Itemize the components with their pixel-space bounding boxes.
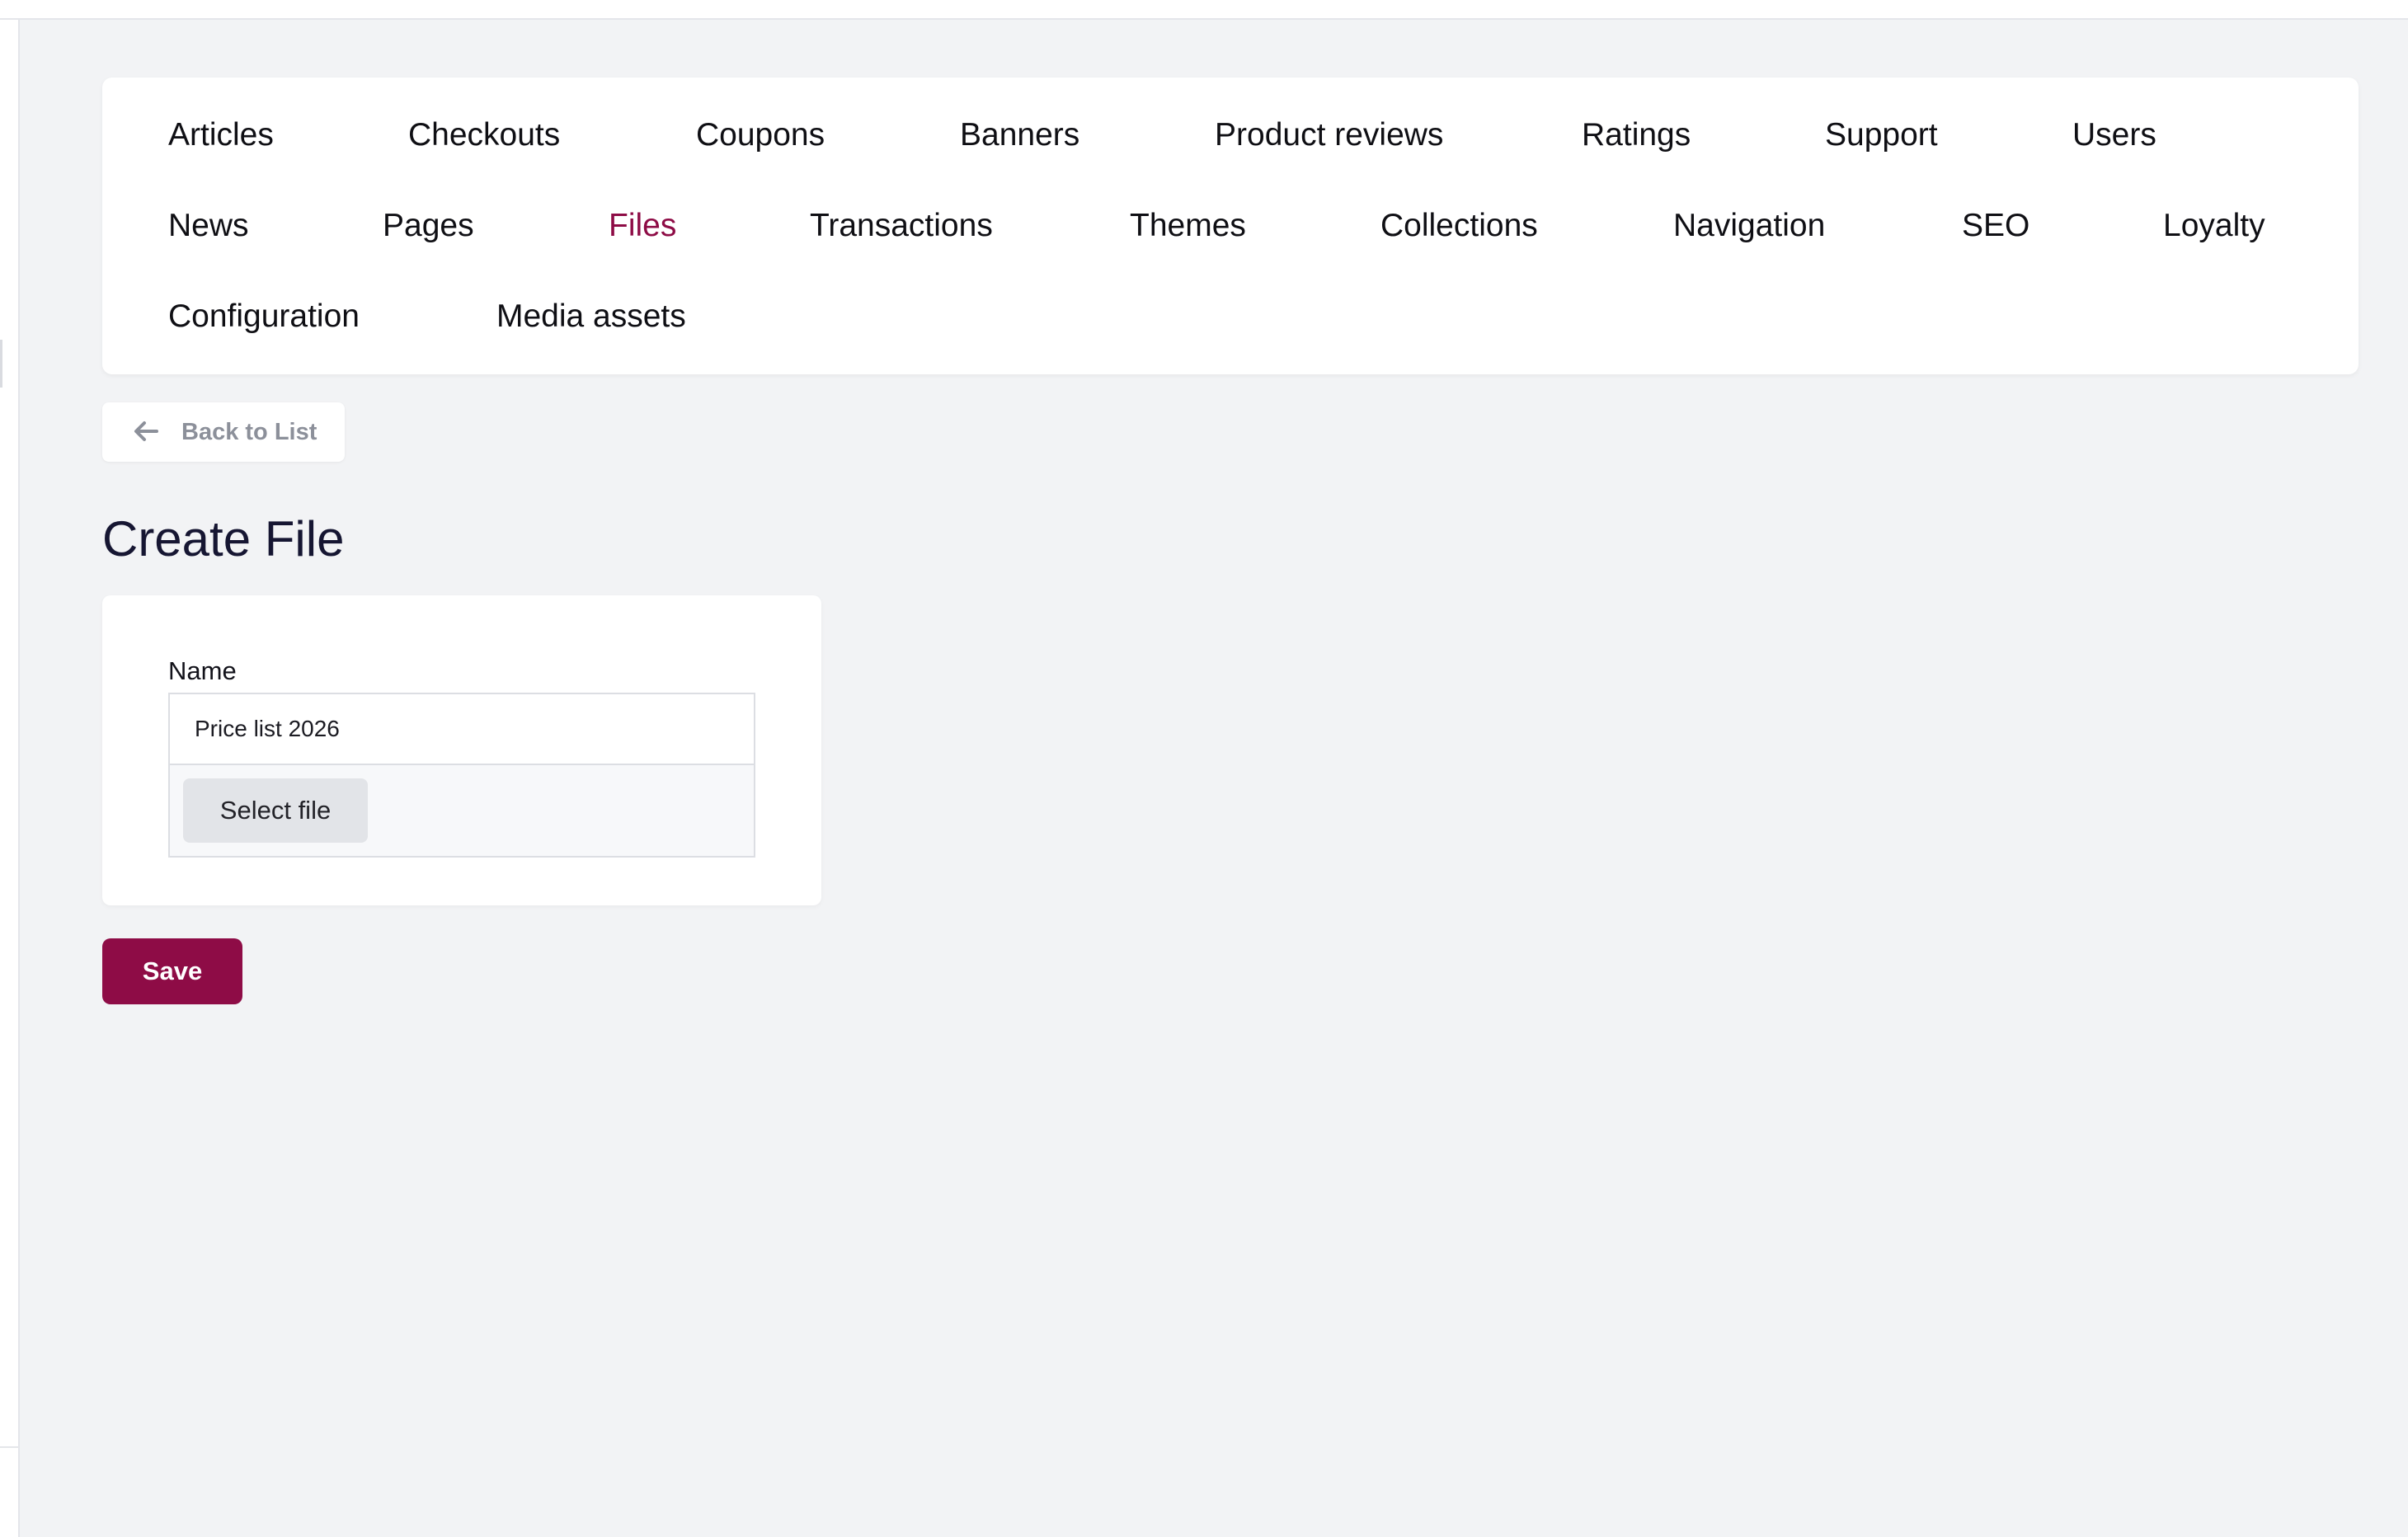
save-button[interactable]: Save [102, 938, 242, 1004]
name-field-label: Name [168, 656, 237, 685]
nav-link-files[interactable]: Files [609, 208, 676, 244]
arrow-left-icon [134, 421, 158, 441]
sidebar-indicator [0, 340, 2, 388]
nav-link-users[interactable]: Users [2072, 117, 2156, 153]
nav-link-support[interactable]: Support [1825, 117, 1938, 153]
nav-link-product-reviews[interactable]: Product reviews [1215, 117, 1443, 153]
name-input[interactable] [168, 693, 755, 764]
nav-link-news[interactable]: News [168, 208, 249, 244]
nav-link-articles[interactable]: Articles [168, 117, 274, 153]
nav-link-collections[interactable]: Collections [1380, 208, 1538, 244]
nav-link-ratings[interactable]: Ratings [1582, 117, 1691, 153]
select-file-button[interactable]: Select file [183, 778, 368, 843]
nav-link-navigation[interactable]: Navigation [1673, 208, 1825, 244]
top-bar [0, 0, 2408, 20]
page-title: Create File [102, 511, 345, 566]
nav-link-coupons[interactable]: Coupons [696, 117, 825, 153]
section-navigation: Articles Checkouts Coupons Banners Produ… [102, 78, 2359, 374]
create-file-form: Name Select file [102, 595, 821, 905]
nav-link-seo[interactable]: SEO [1962, 208, 2029, 244]
sidebar-divider [0, 1446, 18, 1448]
nav-link-transactions[interactable]: Transactions [810, 208, 993, 244]
nav-link-loyalty[interactable]: Loyalty [2163, 208, 2265, 244]
back-to-list-button[interactable]: Back to List [102, 402, 345, 462]
left-sidebar-rail [0, 20, 20, 1537]
file-picker: Select file [168, 764, 755, 858]
nav-link-pages[interactable]: Pages [383, 208, 474, 244]
nav-link-banners[interactable]: Banners [960, 117, 1079, 153]
nav-link-configuration[interactable]: Configuration [168, 298, 360, 335]
back-to-list-label: Back to List [181, 419, 317, 445]
nav-link-themes[interactable]: Themes [1130, 208, 1246, 244]
nav-link-media-assets[interactable]: Media assets [496, 298, 686, 335]
nav-link-checkouts[interactable]: Checkouts [408, 117, 560, 153]
